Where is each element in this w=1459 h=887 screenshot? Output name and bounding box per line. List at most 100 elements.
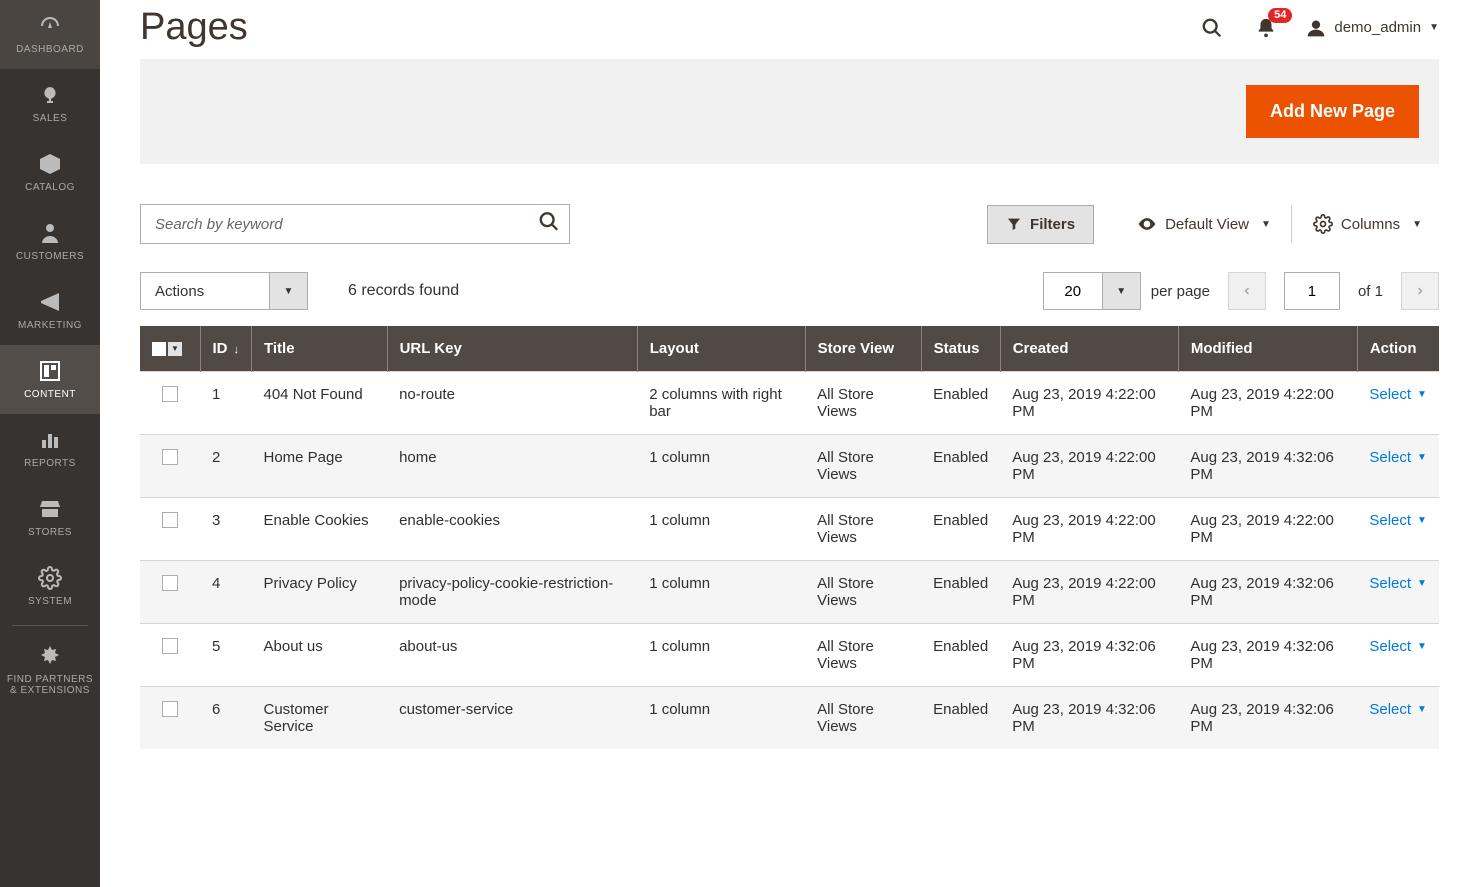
user-menu[interactable]: demo_admin ▼ <box>1306 18 1439 38</box>
per-page-input[interactable] <box>1043 272 1103 310</box>
action-select[interactable]: Select▼ <box>1369 701 1427 718</box>
action-select[interactable]: Select▼ <box>1369 575 1427 592</box>
right-tools: Filters Default View ▼ Columns ▼ <box>987 205 1439 244</box>
username-label: demo_admin <box>1334 19 1421 36</box>
cell-urlkey: enable-cookies <box>387 498 637 561</box>
columns-button[interactable]: Columns ▼ <box>1292 205 1439 243</box>
cell-urlkey: home <box>387 435 637 498</box>
cell-layout: 1 column <box>637 561 805 624</box>
col-modified[interactable]: Modified <box>1178 326 1357 372</box>
sidebar-item-label: REPORTS <box>24 458 76 469</box>
user-icon <box>1306 18 1326 38</box>
action-select[interactable]: Select▼ <box>1369 638 1427 655</box>
cell-id: 5 <box>200 624 252 687</box>
sidebar-item-reports-icon <box>38 426 62 454</box>
col-created[interactable]: Created <box>1000 326 1178 372</box>
cell-status: Enabled <box>921 372 1000 435</box>
sidebar-item-reports[interactable]: REPORTS <box>0 414 100 483</box>
sort-arrow-icon: ↓ <box>234 344 240 356</box>
cell-created: Aug 23, 2019 4:32:06 PM <box>1000 624 1178 687</box>
sidebar-item-stores[interactable]: STORES <box>0 483 100 552</box>
cell-id: 1 <box>200 372 252 435</box>
cell-title: Customer Service <box>252 687 388 750</box>
table-row: 5About usabout-us1 columnAll Store Views… <box>140 624 1439 687</box>
cell-storeview: All Store Views <box>805 435 921 498</box>
sidebar-item-partners[interactable]: FIND PARTNERS & EXTENSIONS <box>0 630 100 710</box>
chevron-right-icon <box>1414 285 1426 297</box>
row-checkbox[interactable] <box>162 512 178 528</box>
action-select[interactable]: Select▼ <box>1369 512 1427 529</box>
col-url-key[interactable]: URL Key <box>387 326 637 372</box>
default-view-button[interactable]: Default View ▼ <box>1120 205 1292 243</box>
notifications-button[interactable]: 54 <box>1252 14 1280 42</box>
add-new-page-button[interactable]: Add New Page <box>1246 85 1419 138</box>
cell-storeview: All Store Views <box>805 498 921 561</box>
per-page-toggle[interactable]: ▼ <box>1103 272 1141 310</box>
select-all-checkbox[interactable] <box>152 342 166 356</box>
toolbar-row-1: Filters Default View ▼ Columns ▼ <box>140 204 1439 244</box>
cell-modified: Aug 23, 2019 4:22:00 PM <box>1178 498 1357 561</box>
sidebar-item-label: SALES <box>33 113 68 124</box>
row-checkbox[interactable] <box>162 575 178 591</box>
sidebar-item-marketing-icon <box>38 288 62 316</box>
sidebar-item-label: DASHBOARD <box>16 44 84 55</box>
table-row: 4Privacy Policyprivacy-policy-cookie-res… <box>140 561 1439 624</box>
select-all-toggle[interactable]: ▼ <box>168 342 182 356</box>
search-icon[interactable] <box>1198 14 1226 42</box>
sidebar-item-content[interactable]: CONTENT <box>0 345 100 414</box>
page-input[interactable] <box>1284 272 1340 310</box>
sidebar-item-label: FIND PARTNERS & EXTENSIONS <box>4 674 96 696</box>
col-id[interactable]: ID↓ <box>200 326 252 372</box>
col-checkbox[interactable]: ▼ <box>140 326 200 372</box>
per-page-label: per page <box>1151 283 1210 300</box>
columns-label: Columns <box>1341 216 1400 233</box>
cell-created: Aug 23, 2019 4:22:00 PM <box>1000 498 1178 561</box>
search-box <box>140 204 570 244</box>
prev-page-button[interactable] <box>1228 272 1266 310</box>
col-layout[interactable]: Layout <box>637 326 805 372</box>
sidebar-item-marketing[interactable]: MARKETING <box>0 276 100 345</box>
sidebar-item-label: SYSTEM <box>28 596 72 607</box>
action-select-label: Select <box>1369 638 1411 655</box>
action-select[interactable]: Select▼ <box>1369 386 1427 403</box>
table-row: 2Home Pagehome1 columnAll Store ViewsEna… <box>140 435 1439 498</box>
sidebar-item-catalog[interactable]: CATALOG <box>0 138 100 207</box>
cell-title: About us <box>252 624 388 687</box>
records-found: 6 records found <box>348 282 459 300</box>
next-page-button[interactable] <box>1401 272 1439 310</box>
actions-toggle[interactable]: ▼ <box>270 272 308 310</box>
cell-title: Home Page <box>252 435 388 498</box>
action-select-label: Select <box>1369 386 1411 403</box>
sidebar-item-sales[interactable]: SALES <box>0 69 100 138</box>
col-title[interactable]: Title <box>252 326 388 372</box>
cell-status: Enabled <box>921 624 1000 687</box>
cell-storeview: All Store Views <box>805 687 921 750</box>
cell-urlkey: no-route <box>387 372 637 435</box>
sidebar-item-system[interactable]: SYSTEM <box>0 552 100 621</box>
col-store-view[interactable]: Store View <box>805 326 921 372</box>
filters-button[interactable]: Filters <box>987 205 1094 244</box>
actions-dropdown[interactable]: Actions ▼ <box>140 272 308 310</box>
cell-urlkey: about-us <box>387 624 637 687</box>
sidebar-item-customers[interactable]: CUSTOMERS <box>0 207 100 276</box>
cell-title: Enable Cookies <box>252 498 388 561</box>
cell-status: Enabled <box>921 561 1000 624</box>
cell-modified: Aug 23, 2019 4:32:06 PM <box>1178 435 1357 498</box>
search-icon[interactable] <box>538 211 560 238</box>
row-checkbox[interactable] <box>162 386 178 402</box>
sidebar-item-dashboard[interactable]: DASHBOARD <box>0 0 100 69</box>
actions-label: Actions <box>140 272 270 310</box>
action-select[interactable]: Select▼ <box>1369 449 1427 466</box>
cell-modified: Aug 23, 2019 4:32:06 PM <box>1178 561 1357 624</box>
row-checkbox[interactable] <box>162 638 178 654</box>
cell-status: Enabled <box>921 435 1000 498</box>
cell-layout: 1 column <box>637 498 805 561</box>
search-input[interactable] <box>140 204 570 244</box>
cell-layout: 1 column <box>637 687 805 750</box>
sidebar: DASHBOARD SALES CATALOGCUSTOMERSMARKETING C… <box>0 0 100 887</box>
row-checkbox[interactable] <box>162 449 178 465</box>
sidebar-item-stores-icon <box>38 495 62 523</box>
row-checkbox[interactable] <box>162 701 178 717</box>
col-status[interactable]: Status <box>921 326 1000 372</box>
sidebar-item-label: CONTENT <box>24 389 76 400</box>
